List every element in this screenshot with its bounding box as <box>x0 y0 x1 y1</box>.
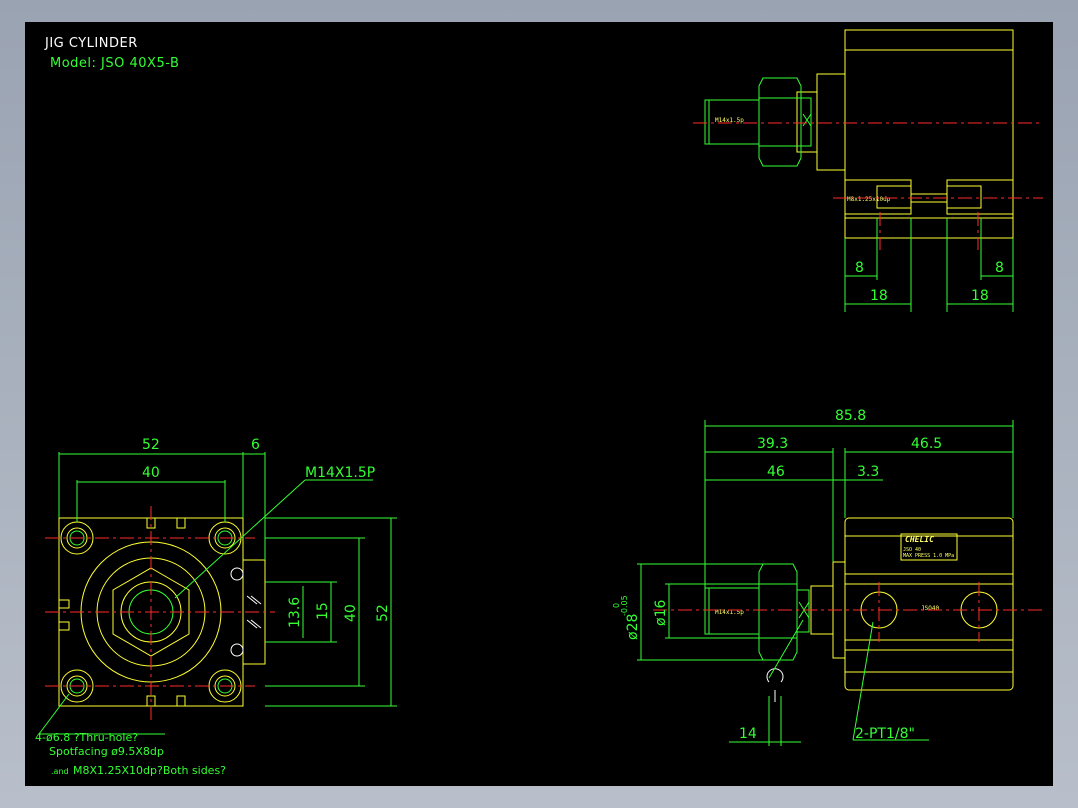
model-label: Model: JSO 40X5-B <box>50 56 179 71</box>
top-dim-18-right-text: 18 <box>971 288 989 304</box>
front-hole-note-3a: .and <box>51 767 69 776</box>
top-dim-8-right-text: 8 <box>995 260 1004 276</box>
cad-drawing: JIG CYLINDER Model: JSO 40X5-B M14x1.5p … <box>35 29 1043 777</box>
top-flange <box>816 73 846 171</box>
side-tol-lower: -0.05 <box>620 595 629 616</box>
front-dim-6: 6 <box>251 437 260 453</box>
top-washer-mark <box>802 113 812 127</box>
top-rod-neck <box>796 91 818 153</box>
top-port-right <box>946 179 1014 215</box>
front-hole-leader <box>38 693 70 735</box>
top-dim-8-left-text: 8 <box>855 260 864 276</box>
top-dim-18-left-text: 18 <box>870 288 888 304</box>
side-dim-33: 3.3 <box>857 464 879 480</box>
drawing-canvas[interactable]: JIG CYLINDER Model: JSO 40X5-B M14x1.5p … <box>25 22 1053 786</box>
front-thread-leader <box>174 479 306 599</box>
top-nut <box>758 77 802 167</box>
front-dim-52-v: 52 <box>375 604 391 622</box>
front-hole-note-3b: M8X1.25X10dp?Both sides? <box>73 764 226 777</box>
side-view: CHELIC JSO 40 MAX PRESS 1.0 MPa JSO40 M1… <box>612 408 1043 746</box>
top-body-outline <box>844 29 1014 239</box>
side-dim-dia28: ø28 <box>625 614 641 640</box>
side-port-label: 2-PT1/8" <box>855 726 915 742</box>
front-hole-note-2: Spotfacing ø9.5X8dp <box>49 745 164 758</box>
side-brand: CHELIC <box>905 535 934 544</box>
front-view: 52 6 40 M14X1.5P 52 40 15 13.6 4-ø6.8 ?T… <box>35 437 397 777</box>
top-view: M14x1.5p M8x1.25x10dp 8 8 18 18 <box>693 29 1043 312</box>
side-wrench-leader <box>768 619 804 679</box>
side-dim-393: 39.3 <box>757 436 788 452</box>
side-dim-dia16: ø16 <box>653 600 669 626</box>
top-port-thread-label: M8x1.25x10dp <box>847 196 891 203</box>
side-dim-465: 46.5 <box>911 436 942 452</box>
front-side-port-1 <box>230 567 244 581</box>
top-port-right-bore <box>946 185 982 209</box>
drawing-title: JIG CYLINDER <box>44 36 138 51</box>
front-hole-note-1: 4-ø6.8 ?Thru-hole? <box>35 731 138 744</box>
front-thread-label: M14X1.5P <box>305 465 375 481</box>
cad-viewport-frame: JIG CYLINDER Model: JSO 40X5-B M14x1.5p … <box>0 0 1078 808</box>
front-side-port-2 <box>230 643 244 657</box>
side-dim-46: 46 <box>767 464 785 480</box>
side-body-mark: JSO40 <box>921 605 939 612</box>
side-plate-line2: MAX PRESS 1.0 MPa <box>903 553 954 559</box>
front-dim-40-v: 40 <box>343 604 359 622</box>
side-dim-14: 14 <box>739 726 757 742</box>
front-dim-52: 52 <box>142 437 160 453</box>
front-dim-40: 40 <box>142 465 160 481</box>
side-nut <box>758 563 798 661</box>
front-dim-15-v: 15 <box>315 602 331 620</box>
front-dim-136-v: 13.6 <box>287 597 303 628</box>
side-dim-total: 85.8 <box>835 408 866 424</box>
